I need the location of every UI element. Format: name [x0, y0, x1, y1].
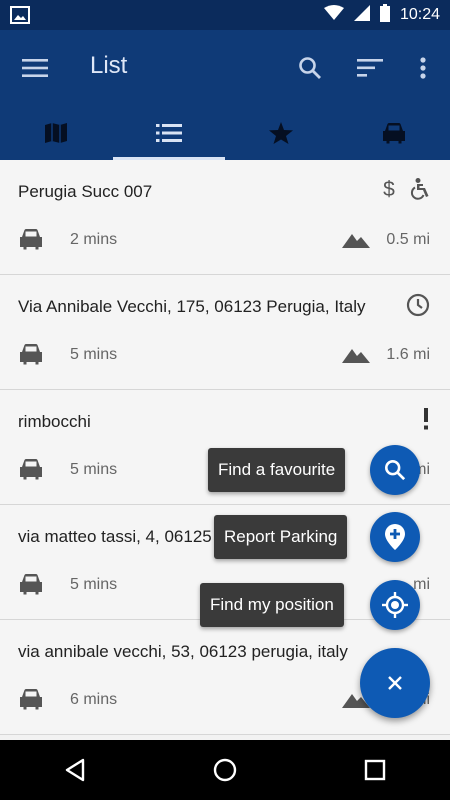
back-triangle-icon	[65, 758, 85, 782]
status-bar: 10:24	[0, 0, 450, 30]
list-item[interactable]: Via Annibale Vecchi, 175, 06123 Perugia,…	[0, 275, 450, 390]
car-icon	[18, 688, 44, 715]
home-circle-icon	[213, 758, 237, 782]
tab-list[interactable]	[112, 106, 226, 160]
search-icon	[299, 57, 321, 79]
car-icon	[18, 343, 44, 370]
recents-square-icon	[364, 759, 386, 781]
my-location-icon	[382, 592, 408, 618]
item-distance: 0.5 mi	[386, 231, 430, 248]
back-button[interactable]	[45, 740, 105, 800]
wifi-icon	[323, 4, 344, 26]
item-duration: 6 mins	[70, 691, 118, 708]
exclamation-icon	[422, 408, 430, 435]
terrain-icon	[342, 345, 370, 368]
item-duration: 2 mins	[70, 231, 118, 248]
add-location-icon	[385, 524, 405, 550]
car-icon	[18, 228, 44, 255]
find-position-label[interactable]: Find my position	[200, 583, 344, 627]
find-position-button[interactable]	[370, 580, 420, 630]
tab-bar	[0, 106, 450, 160]
tab-parking[interactable]	[338, 106, 450, 160]
item-distance: 1.6 mi	[386, 346, 430, 363]
map-icon	[45, 123, 68, 143]
item-title: Perugia Succ 007	[18, 182, 153, 201]
find-favourite-label[interactable]: Find a favourite	[208, 448, 346, 492]
image-notification-icon	[10, 6, 30, 24]
list-item[interactable]: Perugia Succ 007 $ 2 mins 0.5 mi	[0, 160, 450, 275]
terrain-icon	[342, 230, 370, 253]
svg-text:$: $	[383, 178, 395, 200]
find-favourite-button[interactable]	[370, 445, 420, 495]
app-bar: List	[0, 30, 450, 106]
signal-icon	[353, 4, 370, 26]
tab-favourites[interactable]	[225, 106, 338, 160]
report-parking-button[interactable]	[370, 512, 420, 562]
item-title: via annibale vecchi, 53, 06123 perugia, …	[18, 642, 348, 661]
item-duration: 5 mins	[70, 346, 118, 363]
item-duration: 5 mins	[70, 461, 118, 478]
item-duration: 5 mins	[70, 576, 118, 593]
car-icon	[382, 123, 405, 144]
close-fab-button[interactable]	[360, 648, 430, 718]
overflow-menu-button[interactable]	[403, 48, 443, 88]
home-button[interactable]	[195, 740, 255, 800]
clock-icon	[406, 293, 430, 322]
report-parking-label[interactable]: Report Parking	[214, 515, 348, 559]
sort-button[interactable]	[350, 48, 390, 88]
star-icon	[269, 122, 294, 144]
item-title: rimbocchi	[18, 412, 91, 431]
search-icon	[385, 460, 406, 481]
close-icon	[388, 676, 402, 690]
page-title: List	[90, 52, 128, 79]
more-vert-icon	[420, 57, 426, 79]
car-icon	[18, 573, 44, 600]
hamburger-icon	[22, 59, 48, 77]
system-nav-bar	[0, 740, 450, 800]
list-icon	[155, 124, 182, 142]
accessible-icon	[410, 178, 430, 205]
menu-button[interactable]	[15, 48, 55, 88]
dollar-icon: $	[382, 178, 396, 205]
sort-icon	[357, 59, 383, 77]
car-icon	[18, 458, 44, 485]
tab-map[interactable]	[0, 106, 113, 160]
search-button[interactable]	[290, 48, 330, 88]
status-time: 10:24	[399, 6, 440, 23]
recents-button[interactable]	[345, 740, 405, 800]
item-title: Via Annibale Vecchi, 175, 06123 Perugia,…	[18, 297, 366, 316]
item-title: via matteo tassi, 4, 06125	[18, 527, 212, 546]
battery-icon	[379, 3, 390, 27]
